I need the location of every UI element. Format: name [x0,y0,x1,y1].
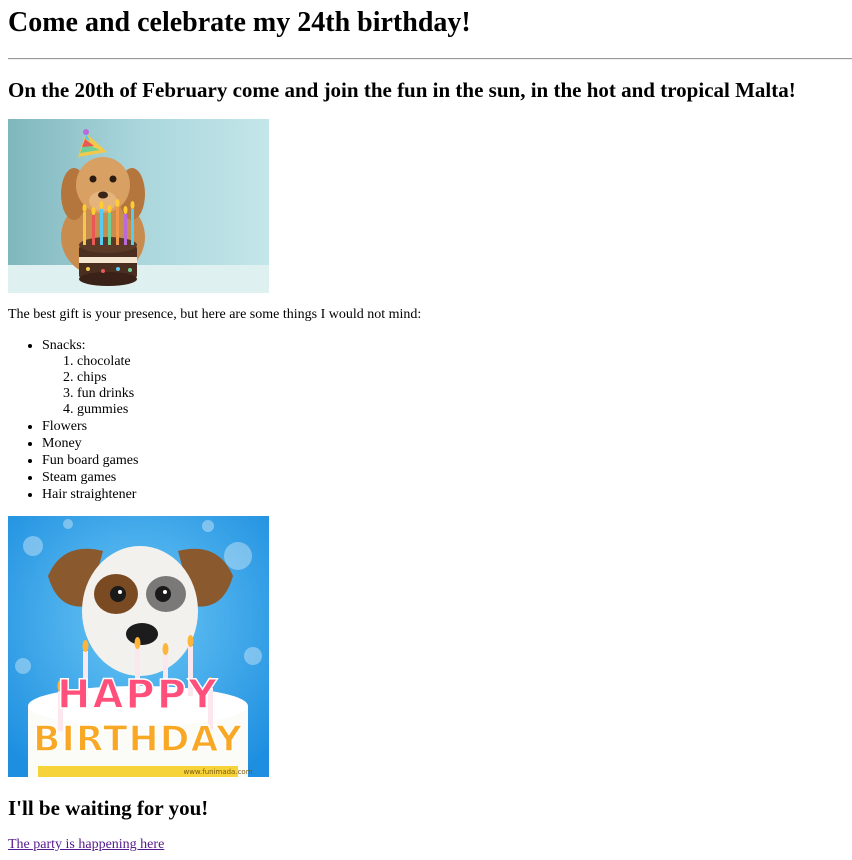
birthday-text: BIRTHDAY [33,719,243,760]
party-link[interactable]: The party is happening here [8,836,164,854]
closing-heading: I'll be waiting for you! [8,796,209,820]
event-details-heading: On the 20th of February come and join th… [8,78,796,102]
list-item: Flowers [42,418,138,435]
divider [8,58,852,60]
dog-with-cake-image [8,119,269,293]
snacks-list: chocolate chips fun drinks gummies [42,354,138,418]
gift-intro-text: The best gift is your presence, but here… [8,307,422,322]
list-item-snacks: Snacks: chocolate chips fun drinks gummi… [42,337,138,418]
list-item: chocolate [77,354,138,370]
list-item: fun drinks [77,386,138,402]
list-item: Steam games [42,469,138,486]
gift-list: Snacks: chocolate chips fun drinks gummi… [8,337,138,503]
list-item: Money [42,435,138,452]
happy-birthday-puppy-image: HAPPY BIRTHDAY www.funimada.com [8,516,269,777]
watermark-text: www.funimada.com [183,768,252,776]
page-title: Come and celebrate my 24th birthday! [8,7,471,38]
list-item: gummies [77,402,138,418]
snacks-label: Snacks: [42,338,86,353]
list-item: Hair straightener [42,486,138,503]
happy-text: HAPPY [57,672,219,718]
list-item: Fun board games [42,452,138,469]
list-item: chips [77,370,138,386]
